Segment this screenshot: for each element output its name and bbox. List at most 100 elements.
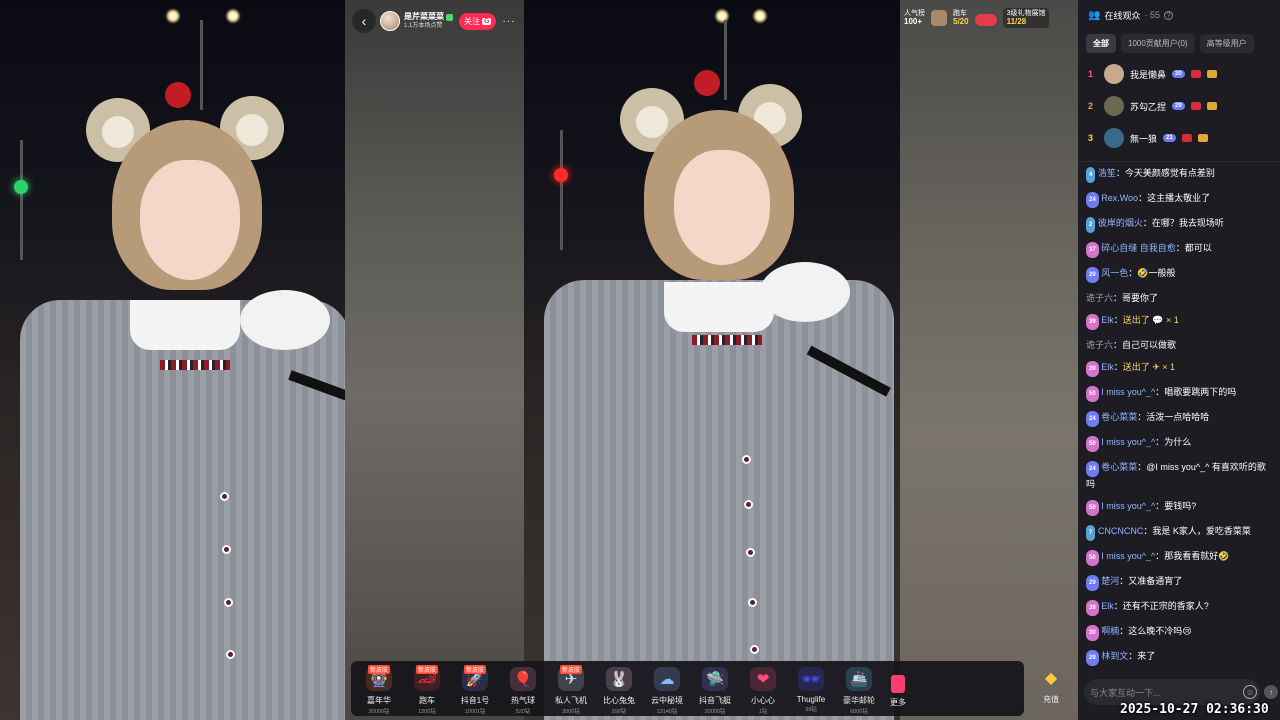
gift-icon: 🛸 bbox=[702, 666, 728, 691]
audience-tab[interactable]: 高等级用户 bbox=[1199, 34, 1254, 53]
gift-cake-icon bbox=[931, 10, 947, 27]
gift-item[interactable]: 新皮肤 🚀 抖音1号 10001钻 bbox=[451, 663, 499, 715]
chat-username[interactable]: 风一色 bbox=[1101, 268, 1128, 278]
gift-price: 6000钻 bbox=[850, 708, 868, 715]
emoji-button[interactable]: ☺ bbox=[1243, 685, 1257, 699]
chat-separator: ： bbox=[1119, 626, 1129, 636]
info-icon[interactable]: ? bbox=[1163, 10, 1173, 20]
medal-icon bbox=[1206, 70, 1217, 78]
video-pane-left bbox=[0, 0, 345, 720]
follow-button[interactable]: 关注 G bbox=[459, 12, 497, 30]
audience-tab[interactable]: 1000贡献用户(0) bbox=[1121, 34, 1195, 53]
chevron-left-icon: ‹ bbox=[361, 13, 367, 29]
chat-username[interactable]: 诡子六 bbox=[1086, 340, 1113, 350]
arrow-up-icon: ↑ bbox=[1269, 687, 1273, 697]
more-gifts-button[interactable]: 更多 bbox=[883, 663, 913, 715]
gift-item[interactable]: ❤ 小心心 1钻 bbox=[739, 663, 787, 715]
recharge-button[interactable]: ◆ 充值 bbox=[1030, 668, 1072, 714]
chat-separator: ： bbox=[1113, 315, 1123, 325]
gift-icon: 🕶 bbox=[798, 666, 824, 691]
host-header: ‹ 是芹菜菜菜 1.1万本场点赞 关注 G ··· bbox=[352, 8, 524, 34]
car-value: 5/20 bbox=[953, 16, 969, 26]
audience-tab[interactable]: 全部 bbox=[1086, 34, 1116, 53]
gift-name: 云中秘境 bbox=[651, 695, 683, 705]
gift-item[interactable]: 新皮肤 🏎 跑车 1200钻 bbox=[403, 663, 451, 715]
chat-text: 都可以 bbox=[1184, 243, 1212, 253]
chat-username[interactable]: I miss you^_^ bbox=[1101, 501, 1155, 511]
level-badge: 39 bbox=[1086, 361, 1099, 377]
avatar bbox=[1104, 96, 1124, 116]
chat-username[interactable]: 碎心自缝 自我自愈 bbox=[1101, 243, 1176, 253]
level-badge: 2 bbox=[1086, 217, 1096, 233]
level-badge: 50 bbox=[1086, 500, 1099, 516]
level-badge: 29 bbox=[1086, 575, 1099, 591]
chat-username[interactable]: 卷心菜菜 bbox=[1101, 412, 1137, 422]
chat-text: 送出了 💬 × 1 bbox=[1122, 315, 1179, 325]
chat-separator: ： bbox=[1138, 193, 1148, 203]
gift-name: 跑车 bbox=[419, 695, 435, 705]
send-button[interactable]: ↑ bbox=[1264, 685, 1278, 699]
chat-username[interactable]: Elk bbox=[1101, 601, 1114, 611]
gift-gallery[interactable]: 3级礼物展馆 11/28 bbox=[1002, 8, 1050, 29]
host-info[interactable]: 是芹菜菜菜 1.1万本场点赞 bbox=[404, 13, 453, 29]
people-icon: 👥 bbox=[1088, 9, 1101, 21]
chat-separator: ： bbox=[1155, 437, 1165, 447]
level-badge: 29 bbox=[1086, 267, 1099, 283]
chat-username[interactable]: I miss you^_^ bbox=[1101, 437, 1155, 447]
gift-item[interactable]: ☁ 云中秘境 13140钻 bbox=[643, 663, 691, 715]
top-contributor-row[interactable]: 3 無一狼 21 bbox=[1088, 125, 1270, 151]
chat-username[interactable]: Rex.Woo bbox=[1101, 193, 1138, 203]
top-contributor-row[interactable]: 2 苏勾乙捏 29 bbox=[1088, 93, 1270, 119]
chat-username[interactable]: 啊楠 bbox=[1101, 626, 1119, 636]
chat-message: 29 楚河：又准备通宵了 bbox=[1086, 574, 1272, 591]
gift-icon: 🎈 bbox=[510, 666, 536, 691]
gift-item[interactable]: 🕶 Thuglife 99钻 bbox=[787, 663, 835, 715]
chat-message: 39 Elk：送出了 ✈ × 1 bbox=[1086, 360, 1272, 377]
more-options-button[interactable]: ··· bbox=[502, 16, 515, 27]
gift-item[interactable]: 新皮肤 ✈ 私人飞机 3000钻 bbox=[547, 663, 595, 715]
avatar bbox=[1104, 64, 1124, 84]
gift-item[interactable]: 🛸 抖音飞艇 20000钻 bbox=[691, 663, 739, 715]
gift-name: 豪华邮轮 bbox=[843, 695, 875, 705]
host-avatar[interactable] bbox=[380, 11, 400, 31]
level-badge: 7 bbox=[1086, 525, 1096, 541]
chat-username[interactable]: Elk bbox=[1101, 315, 1114, 325]
chat-separator: ： bbox=[1113, 293, 1123, 303]
chat-username[interactable]: 林到文 bbox=[1101, 651, 1128, 661]
blurred-background-right bbox=[900, 0, 1078, 720]
car-progress[interactable]: 跑车 5/20 bbox=[953, 10, 969, 26]
popularity-rank[interactable]: 人气榜 100+ bbox=[904, 10, 925, 26]
chat-message: 7 CNCNCNC：我是 K家人，爱吃香菜菜 bbox=[1086, 524, 1272, 541]
gift-item[interactable]: 🎈 热气球 520钻 bbox=[499, 663, 547, 715]
level-badge: 39 bbox=[1086, 314, 1099, 330]
gift-item[interactable]: 新皮肤 🎡 嘉年华 30000钻 bbox=[355, 663, 403, 715]
chat-username[interactable]: 浩笙 bbox=[1098, 168, 1116, 178]
video-area[interactable]: ‹ 是芹菜菜菜 1.1万本场点赞 关注 G ··· 人气榜 100+ 跑车 5/… bbox=[0, 0, 1078, 720]
sports-car-icon bbox=[974, 14, 997, 27]
gift-name: 抖音飞艇 bbox=[699, 695, 731, 705]
chat-username[interactable]: 诡子六 bbox=[1086, 293, 1113, 303]
gift-icon: ❤ bbox=[750, 666, 776, 691]
chat-message: 29 风一色：🤣一般般 bbox=[1086, 266, 1272, 283]
chat-list[interactable]: 4 浩笙：今天美颜感觉有点差别 24 Rex.Woo：这主播太敬业了 2 彼岸的烟火… bbox=[1078, 166, 1280, 674]
chat-message: 39 Elk：还有不正宗的香家人? bbox=[1086, 599, 1272, 616]
top-contributor-row[interactable]: 1 我是懒鼻 30 bbox=[1088, 61, 1270, 87]
gift-item[interactable]: 🚢 豪华邮轮 6000钻 bbox=[835, 663, 883, 715]
chat-username[interactable]: Elk bbox=[1101, 362, 1114, 372]
back-button[interactable]: ‹ bbox=[352, 9, 376, 33]
fan-club-badge: G bbox=[482, 17, 492, 25]
chat-username[interactable]: I miss you^_^ bbox=[1101, 551, 1155, 561]
level-badge: 37 bbox=[1086, 242, 1099, 258]
chat-separator: ： bbox=[1119, 576, 1129, 586]
chat-username[interactable]: 卷心菜菜 bbox=[1101, 462, 1137, 472]
chat-username[interactable]: 楚河 bbox=[1101, 576, 1119, 586]
level-badge: 24 bbox=[1086, 461, 1099, 477]
gift-name: 比心兔兔 bbox=[603, 695, 635, 705]
chat-username[interactable]: CNCNCNC bbox=[1098, 526, 1144, 536]
chat-username[interactable]: 彼岸的烟火 bbox=[1098, 218, 1143, 228]
chat-username[interactable]: I miss you^_^ bbox=[1101, 387, 1155, 397]
stream-stats: 人气榜 100+ 跑车 5/20 3级礼物展馆 11/28 bbox=[904, 8, 1050, 29]
chat-separator: ： bbox=[1137, 412, 1147, 422]
gift-item[interactable]: 🐰 比心兔兔 299钻 bbox=[595, 663, 643, 715]
chat-message: 24 卷心菜菜：@I miss you^_^ 有喜欢听的歌吗 bbox=[1086, 460, 1272, 491]
